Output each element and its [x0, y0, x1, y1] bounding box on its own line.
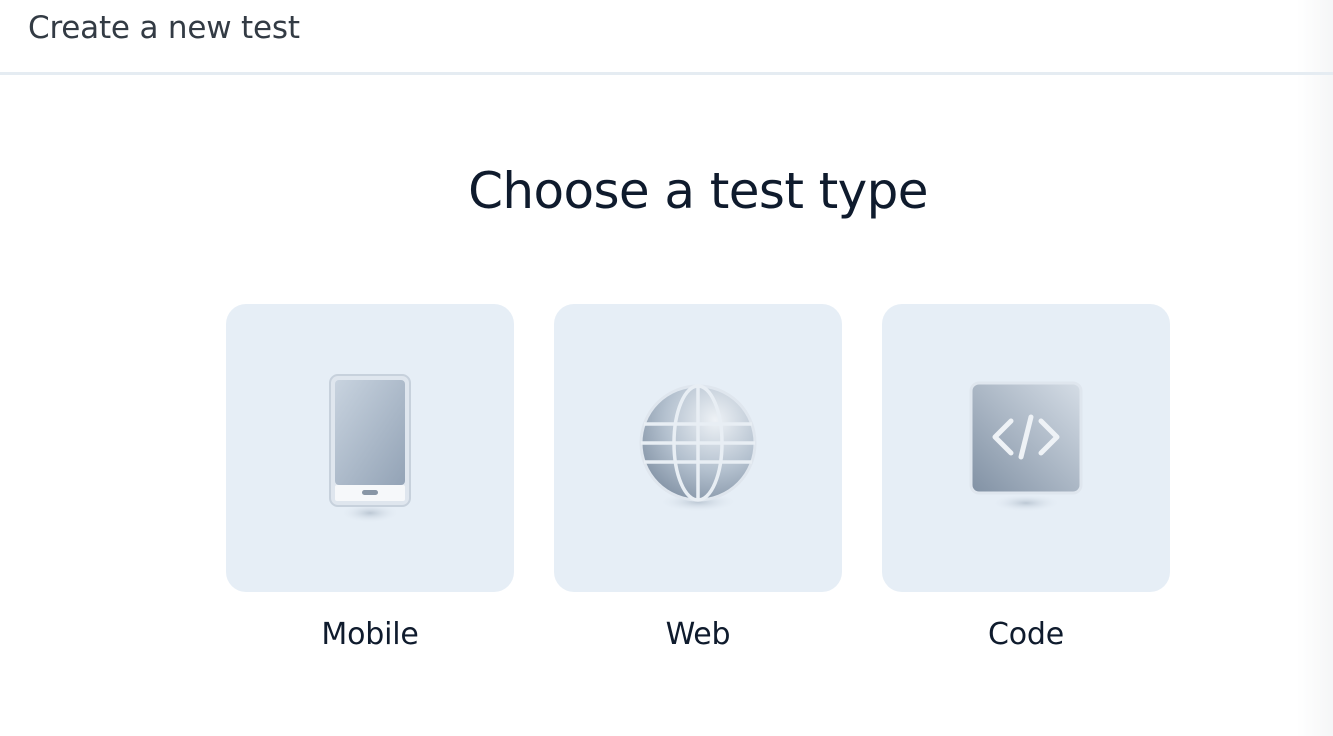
create-test-page: Create a new test Choose a test type Mob… — [0, 0, 1333, 736]
scroll-gutter — [1297, 0, 1333, 736]
test-type-option-mobile[interactable]: Mobile — [226, 304, 514, 652]
test-type-tile-web[interactable] — [554, 304, 842, 592]
test-type-tile-code[interactable] — [882, 304, 1170, 592]
test-type-tile-mobile[interactable] — [226, 304, 514, 592]
page-title: Create a new test — [28, 10, 300, 46]
mobile-phone-icon — [320, 363, 420, 533]
top-bar: Create a new test — [0, 0, 1333, 75]
option-label-web: Web — [665, 617, 731, 652]
globe-icon — [628, 368, 768, 528]
code-icon — [961, 373, 1091, 523]
test-type-option-code[interactable]: Code — [882, 304, 1170, 652]
option-label-mobile: Mobile — [321, 617, 419, 652]
test-type-option-web[interactable]: Web — [554, 304, 842, 652]
option-label-code: Code — [987, 617, 1064, 652]
test-type-heading: Choose a test type — [468, 162, 928, 220]
